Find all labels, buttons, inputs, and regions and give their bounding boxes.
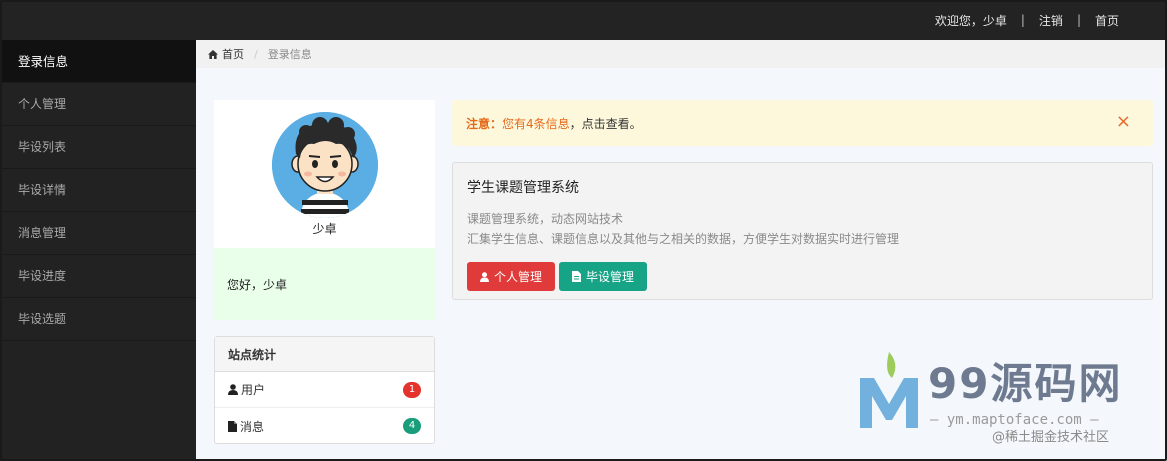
profile-card: 少卓 您好，少卓 [214,100,435,320]
panel-line-1: 课题管理系统，动态网站技术 [467,212,624,226]
thesis-manage-label: 毕设管理 [586,270,635,284]
panel-line-2: 汇集学生信息、课题信息以及其他与之相关的数据，方便学生对数据实时进行管理 [467,232,900,246]
watermark-brand: 99源码网 [928,359,1123,408]
message-count-badge: 4 [403,418,421,434]
thesis-manage-button[interactable]: 毕设管理 [559,262,648,291]
notice-alert[interactable]: 注意： 您有4条信息 ，点击查看。 × [452,100,1153,146]
alert-label: 注意： [466,116,503,131]
user-count-badge: 1 [403,382,421,398]
avatar-illustration [271,112,378,218]
sidebar-item-progress[interactable]: 毕设进度 [0,255,196,298]
stats-title: 站点统计 [215,337,434,372]
file-icon [228,420,237,432]
breadcrumb-current: 登录信息 [267,48,312,61]
breadcrumb: 首页 / 登录信息 [196,40,1165,68]
panel-title: 学生课题管理系统 [467,180,579,196]
alert-tail: ，点击查看。 [569,116,642,131]
watermark-logo-icon [860,352,918,428]
home-link[interactable]: 首页 [1095,12,1119,29]
sidebar-item-thesis-detail[interactable]: 毕设详情 [0,169,196,212]
user-icon [228,384,238,395]
top-bar: 欢迎您，少卓 | 注销 | 首页 [0,0,1167,40]
profile-name: 少卓 [312,222,337,236]
breadcrumb-home[interactable]: 首页 [222,46,244,62]
profile-greeting: 您好，少卓 [214,248,435,320]
personal-manage-button[interactable]: 个人管理 [467,262,556,291]
stats-panel: 站点统计 用户 1 消息 4 [214,336,435,444]
sidebar-item-thesis-list[interactable]: 毕设列表 [0,126,196,169]
file-icon [572,271,582,282]
alert-message[interactable]: 您有4条信息 [502,115,570,132]
sidebar-item-topic[interactable]: 毕设选题 [0,298,196,341]
welcome-text: 欢迎您，少卓 [934,13,1007,28]
logout-link[interactable]: 注销 [1039,12,1063,29]
avatar [271,112,378,218]
sidebar: 登录信息 个人管理 毕设列表 毕设详情 消息管理 毕设进度 毕设选题 [0,40,196,461]
close-icon[interactable]: × [1116,112,1131,132]
stat-row-messages[interactable]: 消息 4 [215,408,434,444]
personal-manage-label: 个人管理 [494,270,543,284]
sidebar-item-login-info[interactable]: 登录信息 [0,40,196,83]
home-icon [208,49,218,59]
system-panel: 学生课题管理系统 课题管理系统，动态网站技术 汇集学生信息、课题信息以及其他与之… [452,162,1153,300]
watermark: 99源码网 — ym.maptoface.com — @稀土掘金技术社区 [856,350,1156,450]
stat-label: 用户 [241,383,266,397]
stat-row-users[interactable]: 用户 1 [215,372,434,408]
top-nav: 欢迎您，少卓 | 注销 | 首页 [934,12,1119,29]
sidebar-item-messages[interactable]: 消息管理 [0,212,196,255]
stat-label: 消息 [240,419,265,434]
watermark-credit: @稀土掘金技术社区 [992,430,1110,445]
user-icon [480,271,489,282]
sidebar-item-personal[interactable]: 个人管理 [0,83,196,126]
